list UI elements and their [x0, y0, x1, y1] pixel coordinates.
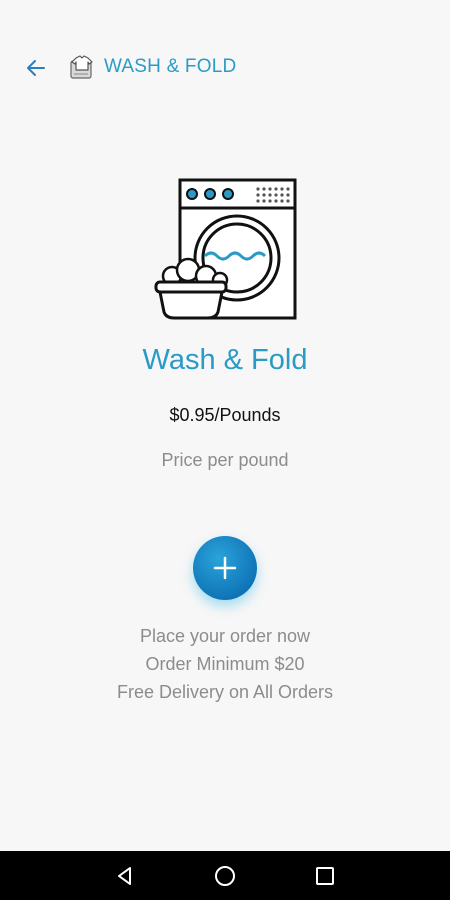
- service-price: $0.95/Pounds: [169, 405, 281, 425]
- info-line-minimum: Order Minimum $20: [145, 654, 305, 674]
- system-navigation-bar: [0, 851, 450, 900]
- info-line-delivery: Free Delivery on All Orders: [116, 682, 334, 702]
- plus-icon: [213, 556, 237, 580]
- nav-recents-button[interactable]: [310, 861, 340, 891]
- nav-back-button[interactable]: [110, 861, 140, 891]
- info-line-order: Place your order now: [139, 626, 311, 646]
- nav-home-button[interactable]: [210, 861, 240, 891]
- order-info: Place your order now Order Minimum $20 F…: [0, 622, 450, 706]
- price-note: Price per pound: [161, 450, 289, 470]
- app-header: WASH & FOLD: [0, 0, 450, 130]
- back-button[interactable]: [20, 52, 52, 84]
- service-title: Wash & Fold: [142, 344, 308, 376]
- arrow-left-icon: [27, 60, 45, 76]
- laundry-shirt-icon: [68, 53, 96, 81]
- back-triangle-icon: [118, 867, 131, 885]
- page-title: WASH & FOLD: [104, 56, 237, 77]
- recents-square-icon: [316, 867, 334, 885]
- washing-machine-icon: [150, 172, 300, 324]
- home-circle-icon: [215, 866, 235, 886]
- add-order-button[interactable]: [193, 536, 257, 600]
